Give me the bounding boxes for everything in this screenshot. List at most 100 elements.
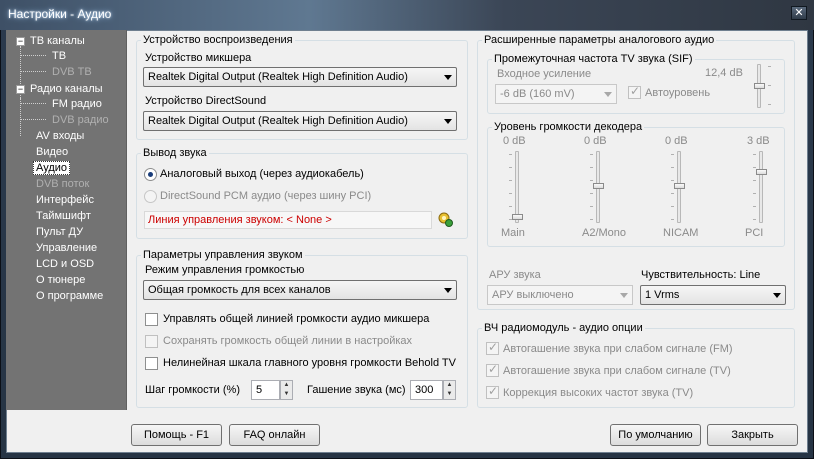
- volume-control-title: Параметры управления звуком: [141, 249, 305, 261]
- tick-mark: [671, 206, 674, 207]
- close-icon: ✕: [794, 7, 804, 19]
- nav-item-radio-channels[interactable]: Радио каналы: [30, 83, 103, 95]
- volume-mode-select[interactable]: Общая громкость для всех каналов: [143, 280, 457, 300]
- decoder-slider-thumb[interactable]: [593, 183, 604, 189]
- tick-mark: [509, 193, 512, 194]
- auto-mute-tv-label: Автогашение звука при слабом сигнале (TV…: [503, 365, 731, 377]
- checkmark-icon: ✓: [488, 340, 499, 354]
- nav-item-control[interactable]: Управление: [36, 242, 97, 254]
- nav-item-audio[interactable]: Аудио: [33, 161, 71, 175]
- control-line-label: Линия управления звуком: < None >: [148, 214, 332, 226]
- spin-up-icon[interactable]: ▲: [444, 381, 455, 390]
- nav-item-tv[interactable]: ТВ: [52, 50, 66, 62]
- nav-item-av-inputs[interactable]: AV входы: [36, 130, 84, 142]
- tree-line: [20, 103, 46, 104]
- decoder-slider-thumb[interactable]: [756, 169, 767, 175]
- volume-step-spinner[interactable]: ▲ ▼: [280, 380, 293, 400]
- nonlinear-scale-checkbox[interactable]: [145, 357, 158, 370]
- faq-online-button[interactable]: FAQ онлайн: [229, 424, 320, 446]
- nav-item-about-tuner[interactable]: О тюнере: [36, 274, 85, 286]
- gear-icon[interactable]: [437, 211, 453, 227]
- decoder-channel-name: Main: [501, 227, 525, 239]
- tick-mark: [590, 167, 593, 168]
- spin-up-icon[interactable]: ▲: [281, 381, 292, 390]
- nav-item-tv-channels[interactable]: ТВ каналы: [30, 35, 85, 47]
- mute-fade-spinner[interactable]: ▲ ▼: [443, 380, 456, 400]
- help-button[interactable]: Помощь - F1: [131, 424, 222, 446]
- auto-level-label: Автоуровень: [645, 87, 711, 99]
- sensitivity-label: Чувствительность: Line: [641, 269, 761, 281]
- treble-correction-label: Коррекция высоких частот звука (TV): [503, 387, 694, 399]
- tick-mark: [671, 193, 674, 194]
- spin-down-icon[interactable]: ▼: [444, 390, 455, 399]
- close-button[interactable]: Закрыть: [707, 424, 798, 446]
- tick-mark: [753, 180, 756, 181]
- mixer-line-checkbox[interactable]: [145, 313, 158, 326]
- directsound-device-select[interactable]: Realtek Digital Output (Realtek High Def…: [143, 111, 457, 131]
- tick-mark: [753, 206, 756, 207]
- volume-step-input[interactable]: 5: [251, 380, 280, 400]
- sif-slider-thumb[interactable]: [754, 83, 765, 89]
- decoder-level-value: 3 dB: [747, 135, 770, 147]
- agc-select: АРУ выключено: [487, 285, 633, 305]
- nav-item-lcd-osd[interactable]: LCD и OSD: [36, 258, 94, 270]
- decoder-channel-name: A2/Mono: [582, 227, 627, 239]
- nav-item-interface[interactable]: Интерфейс: [36, 194, 94, 206]
- agc-label: АРУ звука: [489, 269, 541, 281]
- nonlinear-scale-label: Нелинейная шкала главного уровня громкос…: [163, 357, 456, 369]
- tree-line: [20, 55, 46, 56]
- nav-item-about-program[interactable]: О программе: [36, 290, 103, 302]
- defaults-button[interactable]: По умолчанию: [610, 424, 701, 446]
- collapse-icon[interactable]: −: [16, 37, 25, 46]
- mixer-device-value: Realtek Digital Output (Realtek High Def…: [148, 71, 408, 83]
- input-gain-label: Входное усиление: [497, 68, 592, 80]
- analog-output-label: Аналоговый выход (через аудиокабель): [160, 168, 364, 180]
- tick-mark: [671, 219, 674, 220]
- chevron-down-icon: [620, 293, 628, 298]
- tree-line: [20, 71, 46, 72]
- volume-step-label: Шаг громкости (%): [145, 384, 240, 396]
- input-gain-value: -6 dB (160 mV): [500, 88, 575, 100]
- tick-mark: [590, 219, 593, 220]
- decoder-slider-track[interactable]: [759, 151, 763, 223]
- decoder-volume-group: [487, 127, 785, 247]
- collapse-icon[interactable]: −: [16, 85, 25, 94]
- auto-level-checkbox: ✓: [628, 84, 641, 99]
- sif-title: Промежуточная частота TV звука (SIF): [492, 53, 695, 65]
- sensitivity-value: 1 Vrms: [645, 289, 680, 301]
- nav-item-remote[interactable]: Пульт ДУ: [36, 226, 83, 238]
- mixer-device-select[interactable]: Realtek Digital Output (Realtek High Def…: [143, 67, 457, 87]
- tick-mark: [768, 104, 771, 105]
- advanced-audio-title: Расширенные параметры аналогового аудио: [482, 34, 717, 46]
- window-title: Настройки - Аудио: [8, 7, 112, 21]
- decoder-slider-track[interactable]: [515, 151, 519, 223]
- checkmark-icon: ✓: [630, 84, 641, 98]
- mute-fade-input[interactable]: 300: [410, 380, 443, 400]
- nav-item-timeshift[interactable]: Таймшифт: [36, 210, 91, 222]
- playback-device-title: Устройство воспроизведения: [141, 34, 295, 46]
- sensitivity-select[interactable]: 1 Vrms: [640, 285, 786, 305]
- tick-mark: [590, 154, 593, 155]
- agc-value: АРУ выключено: [492, 289, 574, 301]
- tick-mark: [590, 180, 593, 181]
- checkmark-icon: ✓: [488, 362, 499, 376]
- spin-down-icon[interactable]: ▼: [281, 390, 292, 399]
- rf-module-title: ВЧ радиомодуль - аудио опции: [482, 322, 645, 334]
- decoder-level-value: 0 dB: [584, 135, 607, 147]
- tick-mark: [753, 167, 756, 168]
- nav-item-dvb-stream: DVB поток: [36, 178, 90, 190]
- nav-item-video[interactable]: Видео: [36, 146, 68, 158]
- chevron-down-icon: [444, 288, 452, 293]
- auto-mute-fm-label: Автогашение звука при слабом сигнале (FM…: [503, 343, 733, 355]
- decoder-slider-thumb[interactable]: [512, 214, 523, 220]
- nav-item-fm-radio[interactable]: FM радио: [52, 98, 102, 110]
- chevron-down-icon: [444, 75, 452, 80]
- decoder-slider-thumb[interactable]: [674, 183, 685, 189]
- decoder-channel-name: PCI: [745, 227, 764, 239]
- close-window-button[interactable]: ✕: [791, 6, 807, 20]
- tick-mark: [509, 206, 512, 207]
- title-bar[interactable]: [0, 0, 814, 30]
- analog-output-radio[interactable]: [144, 168, 157, 181]
- decoder-level-value: 0 dB: [665, 135, 688, 147]
- decoder-channel-name: NICAM: [663, 227, 699, 239]
